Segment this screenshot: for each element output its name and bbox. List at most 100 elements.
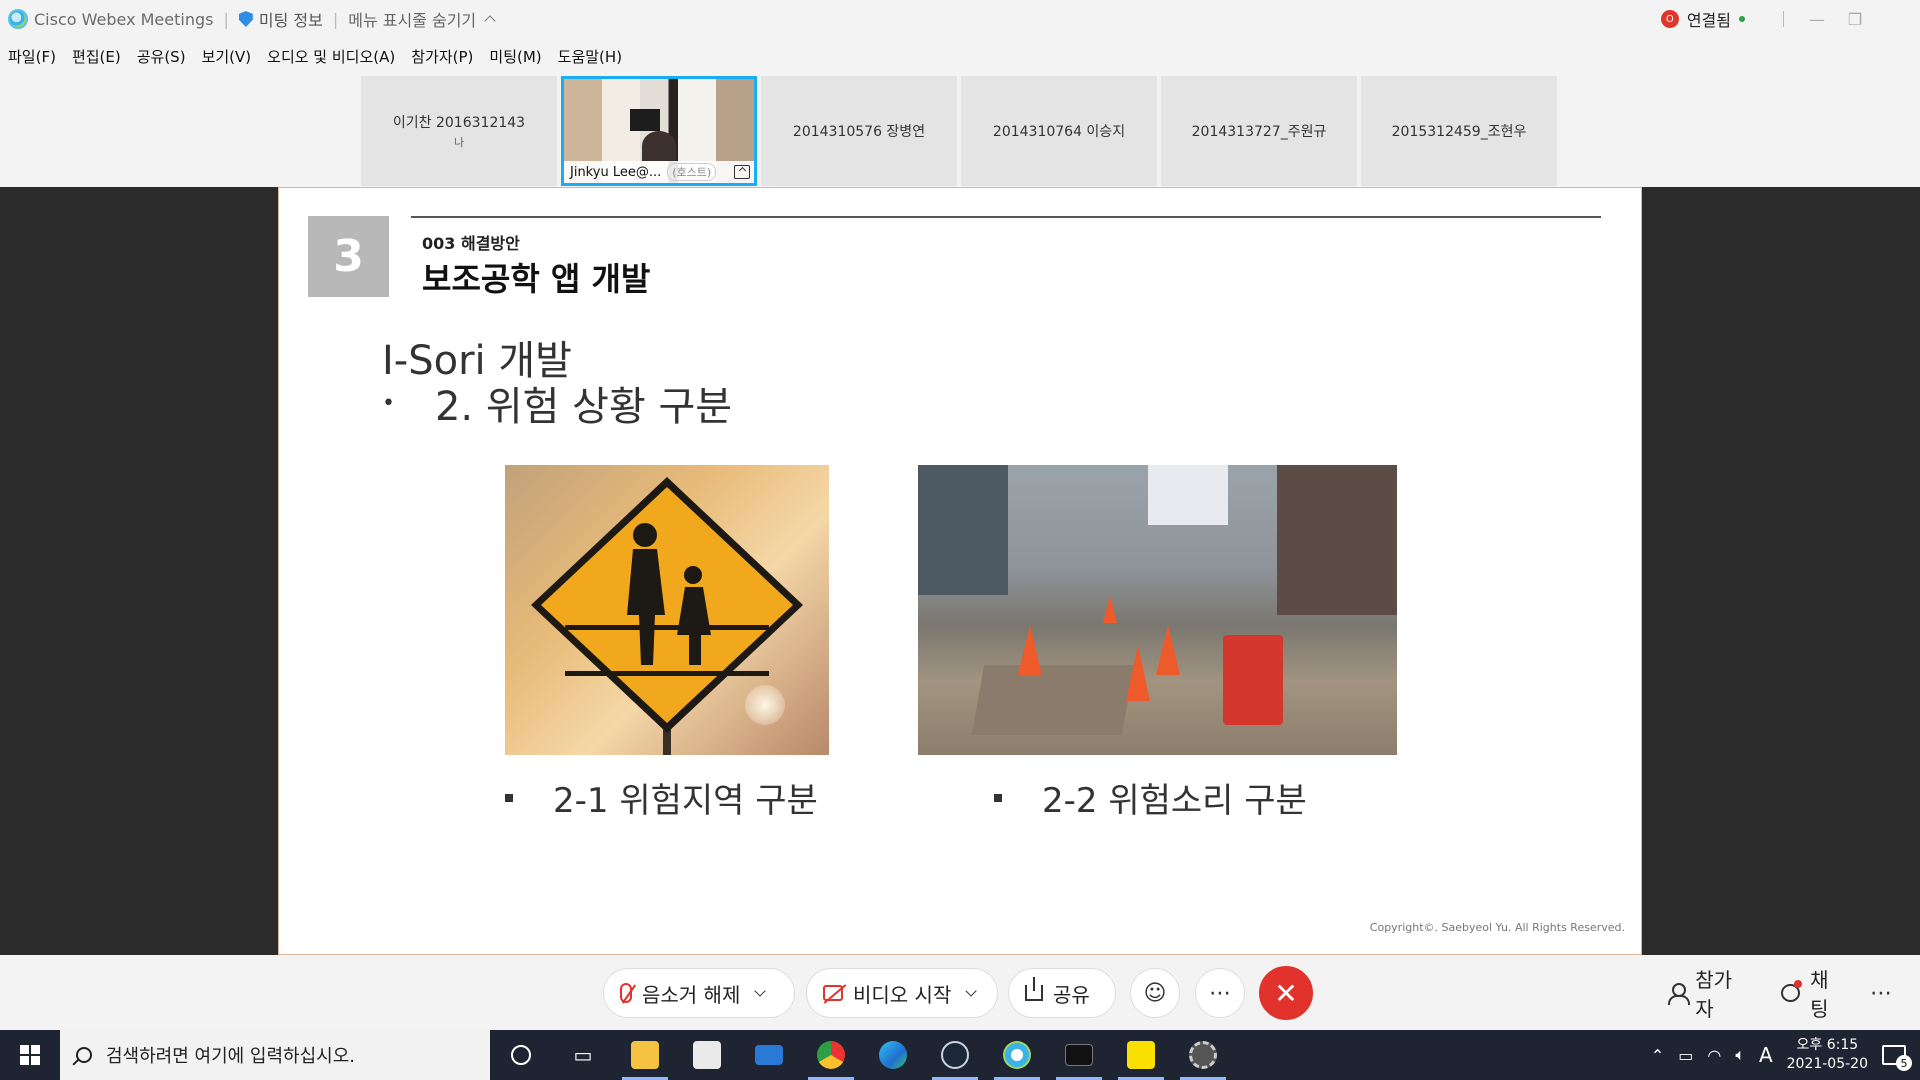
minimize-button[interactable]: — [1798,0,1836,38]
slide-subhead: 003 해결방안 [422,234,520,253]
end-meeting-button[interactable]: ✕ [1259,966,1313,1020]
share-button[interactable]: 공유 [1008,968,1116,1018]
participant-name: 2014310576 장병연 [792,124,926,140]
participant-name: 2015312459_조현우 [1391,124,1527,140]
shared-content-stage: 3 003 해결방안 보조공학 앱 개발 I-Sori 개발 • 2. 위험 상… [0,187,1920,955]
participant-tile[interactable]: 2014313727_주원규 [1161,76,1357,186]
participant-self-label: 나 [453,136,465,149]
caption-2-text: 2-2 위험소리 구분 [1042,781,1307,821]
slide-bullet-text: 2. 위험 상황 구분 [434,384,733,430]
chat-icon [1781,980,1803,1002]
reactions-button[interactable]: ☺ [1130,968,1180,1018]
webex-icon [1003,1041,1031,1069]
meeting-controls: 음소거 해제 비디오 시작 공유 ☺ ⋯ ✕ 참가자 채팅 ⋯ [0,955,1920,1030]
taskbar-terminal[interactable] [1048,1030,1110,1080]
search-icon [76,1047,92,1063]
kakaotalk-icon [1127,1041,1155,1069]
chat-button[interactable]: 채팅 [1765,968,1861,1021]
menu-share[interactable]: 공유(S) [137,46,186,67]
more-options-button[interactable]: ⋯ [1195,968,1245,1018]
connection-status[interactable]: O 연결됨 [1660,7,1745,31]
traffic-cone [1018,625,1042,675]
menu-file[interactable]: 파일(F) [8,46,56,67]
unmute-button[interactable]: 음소거 해제 [603,968,795,1018]
meeting-info-button[interactable]: 미팅 정보 [238,7,323,31]
battery-icon[interactable]: ▭ [1678,1046,1693,1065]
start-video-button[interactable]: 비디오 시작 [806,968,998,1018]
restore-button[interactable]: ❐ [1836,0,1874,38]
edge-icon [879,1041,907,1069]
folder-icon [631,1041,659,1069]
share-label: 공유 [1053,982,1090,1007]
compactor-machine [1223,635,1283,725]
menu-help[interactable]: 도움말(H) [558,46,622,67]
menu-view[interactable]: 보기(V) [202,46,252,67]
participant-tile[interactable]: 2014310764 이승지 [961,76,1157,186]
taskbar-store[interactable] [676,1030,738,1080]
taskbar-file-explorer[interactable] [614,1030,676,1080]
taskbar-chrome[interactable] [800,1030,862,1080]
slide-headline: 보조공학 앱 개발 [422,260,651,298]
bullet-dot: • [382,390,395,416]
traffic-cone [1103,595,1117,623]
slide-bullet: • 2. 위험 상황 구분 [382,374,732,432]
taskbar-mail[interactable] [738,1030,800,1080]
ime-indicator[interactable]: A [1759,1043,1773,1067]
clock[interactable]: 오후 6:15 2021-05-20 [1787,1036,1868,1074]
notification-center-button[interactable]: 5 [1882,1045,1912,1071]
webex-logo-icon [8,9,28,29]
share-icon [1025,977,1043,1001]
cortana-button[interactable] [490,1030,552,1080]
mail-icon [755,1045,783,1065]
clock-time: 오후 6:15 [1796,1037,1859,1053]
menu-audio-video[interactable]: 오디오 및 비디오(A) [267,46,395,67]
system-tray: ⌃ ▭ ◠ 🔈︎ A 오후 6:15 2021-05-20 5 [1651,1030,1920,1080]
menu-edit[interactable]: 편집(E) [72,46,121,67]
taskbar-settings-app[interactable] [1172,1030,1234,1080]
hide-menu-button[interactable]: 메뉴 표시줄 숨기기 [348,7,496,31]
wifi-icon[interactable]: ◠ [1707,1046,1721,1065]
taskbar-search-box[interactable]: 검색하려면 여기에 입력하십시오. [60,1030,490,1080]
task-view-button[interactable]: ▭ [552,1030,614,1080]
menu-meeting[interactable]: 미팅(M) [489,46,541,67]
chrome-icon [817,1041,845,1069]
broken-slab [971,665,1135,735]
taskbar-steam[interactable] [924,1030,986,1080]
volume-icon[interactable]: 🔈︎ [1735,1045,1745,1065]
windows-logo-icon [20,1045,40,1065]
school-crossing-sign-image [505,465,829,755]
muted-mic-icon [620,983,632,1003]
participant-tile[interactable]: 2014310576 장병연 [761,76,957,186]
participant-name: Jinkyu Lee@... [570,164,662,180]
notification-count: 5 [1896,1055,1912,1071]
construction-site-image [918,465,1397,755]
copyright-text: Copyright©. Saebyeol Yu. All Rights Rese… [1369,921,1625,934]
taskbar-webex[interactable] [986,1030,1048,1080]
participant-name: 2014310764 이승지 [992,124,1126,140]
menu-bar: 파일(F) 편집(E) 공유(S) 보기(V) 오디오 및 비디오(A) 참가자… [0,40,622,72]
chevron-up-icon[interactable]: ⌃ [1651,1046,1664,1065]
square-bullet-icon [505,793,513,802]
host-badge: (호스트) [667,163,717,181]
divider: | [332,9,339,29]
participant-tile[interactable]: 이기찬 2016312143 나 [361,76,557,186]
participant-tile[interactable]: 2015312459_조현우 [1361,76,1557,186]
menu-participant[interactable]: 참가자(P) [411,46,473,67]
start-button[interactable] [0,1030,60,1080]
host-video-tile[interactable]: Jinkyu Lee@... (호스트) [561,76,757,186]
slide-number-box: 3 [308,216,389,297]
close-window-button[interactable] [1874,0,1920,38]
participants-button[interactable]: 참가자 [1652,968,1764,1021]
hide-menu-label: 메뉴 표시줄 숨기기 [348,11,477,30]
chevron-down-icon[interactable] [754,985,767,997]
chevron-down-icon[interactable] [965,985,978,997]
smiley-icon: ☺ [1143,980,1167,1006]
traffic-cone [1126,645,1150,701]
more-icon: ⋯ [1870,980,1892,1006]
taskbar-edge[interactable] [862,1030,924,1080]
participant-name: 이기찬 2016312143 [392,115,526,131]
task-view-icon: ▭ [573,1043,593,1067]
panel-more-button[interactable]: ⋯ [1856,968,1906,1018]
taskbar-kakaotalk[interactable] [1110,1030,1172,1080]
divider: | [223,9,229,29]
